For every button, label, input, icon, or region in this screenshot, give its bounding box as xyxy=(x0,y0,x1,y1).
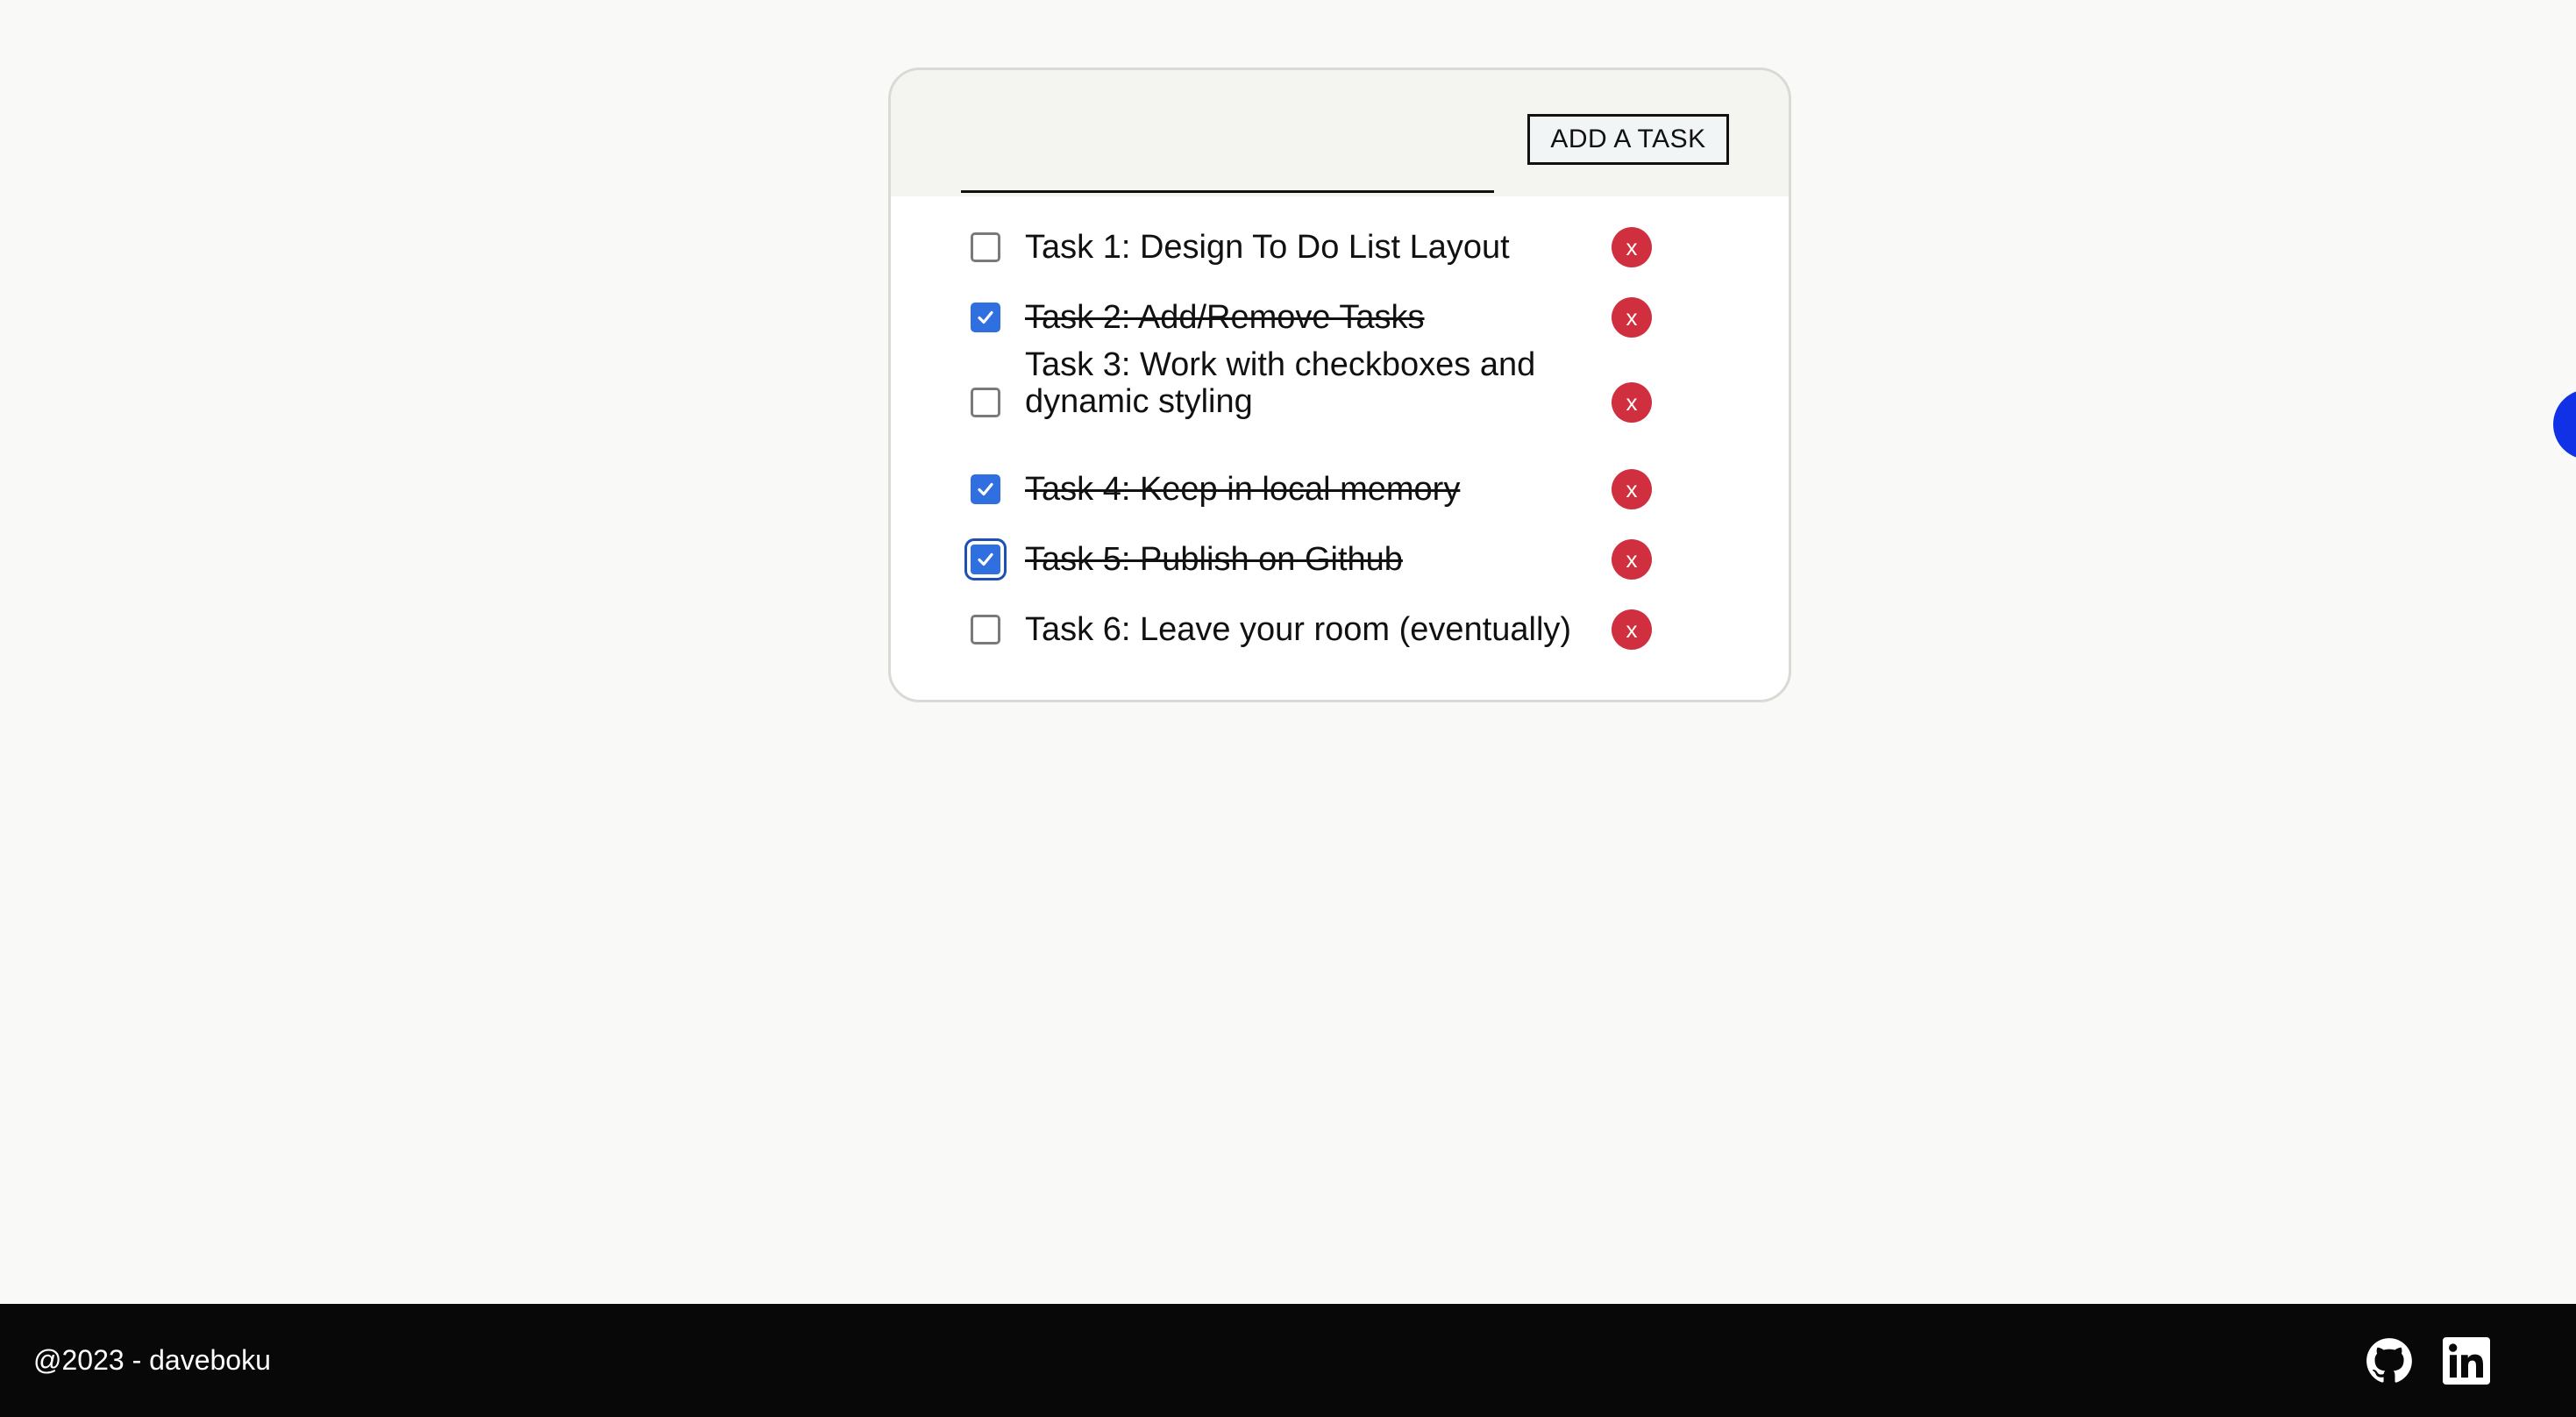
task-checkbox[interactable] xyxy=(971,303,1000,332)
checkmark-icon xyxy=(978,482,993,496)
task-label: Task 1: Design To Do List Layout xyxy=(1025,229,1510,266)
task-label: Task 2: Add/Remove Tasks xyxy=(1025,299,1425,336)
checkmark-icon xyxy=(978,552,993,566)
remove-task-button[interactable]: x xyxy=(1612,297,1652,338)
remove-task-button[interactable]: x xyxy=(1612,382,1652,423)
remove-task-button[interactable]: x xyxy=(1612,469,1652,509)
footer-credit: @2023 - daveboku xyxy=(33,1344,271,1376)
footer: @2023 - daveboku xyxy=(0,1304,2576,1417)
add-task-form: ADD A TASK xyxy=(891,70,1789,196)
remove-task-button[interactable]: x xyxy=(1612,227,1652,267)
linkedin-icon[interactable] xyxy=(2443,1337,2490,1385)
github-icon[interactable] xyxy=(2366,1337,2413,1385)
task-label: Task 6: Leave your room (eventually) xyxy=(1025,611,1572,648)
remove-task-button[interactable]: x xyxy=(1612,609,1652,650)
checkmark-icon xyxy=(978,310,993,324)
remove-task-button[interactable]: x xyxy=(1612,539,1652,580)
todo-card: ADD A TASK Task 1: Design To Do List Lay… xyxy=(888,68,1791,702)
add-task-button[interactable]: ADD A TASK xyxy=(1527,114,1729,165)
task-checkbox[interactable] xyxy=(971,232,1000,262)
task-checkbox[interactable] xyxy=(971,388,1000,417)
task-checkbox[interactable] xyxy=(971,615,1000,644)
task-label: Task 5: Publish on Github xyxy=(1025,541,1403,578)
new-task-input[interactable] xyxy=(961,158,1494,193)
task-label: Task 4: Keep in local memory xyxy=(1025,471,1461,508)
task-checkbox[interactable] xyxy=(964,538,1007,580)
task-checkbox[interactable] xyxy=(971,474,1000,504)
task-label: Task 3: Work with checkboxes and dynamic… xyxy=(1025,346,1536,420)
floating-action-button[interactable] xyxy=(2553,389,2576,459)
